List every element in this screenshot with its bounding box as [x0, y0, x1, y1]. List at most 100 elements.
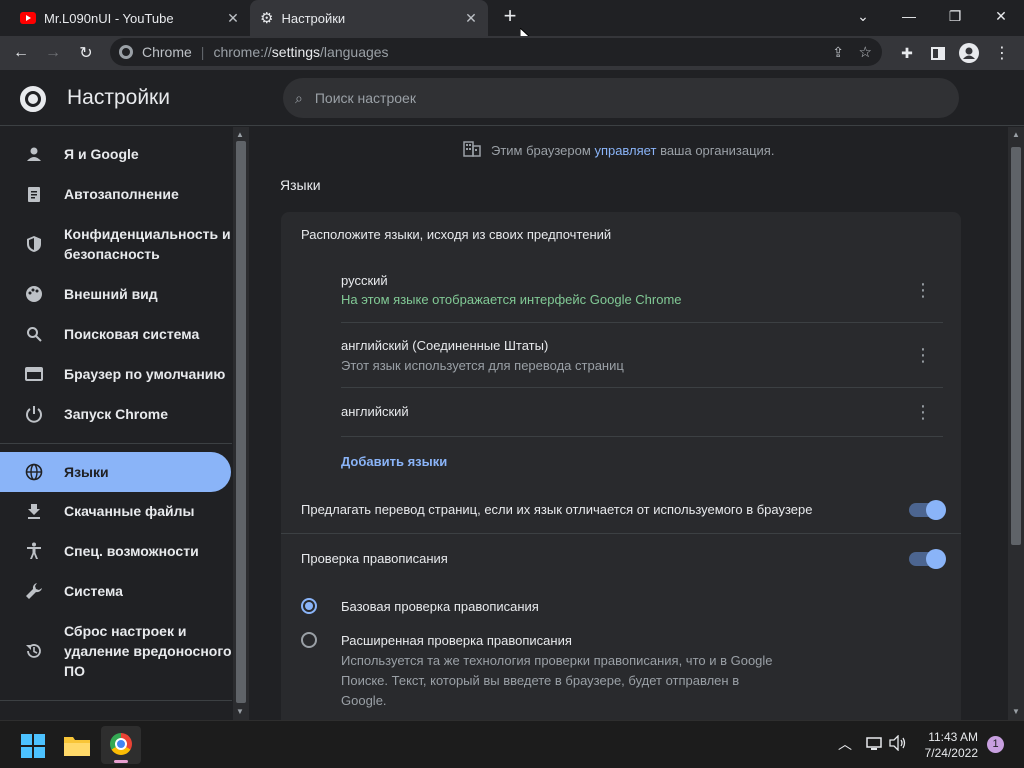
toggle-knob: [926, 549, 946, 569]
scroll-up-icon[interactable]: ▲: [1012, 130, 1020, 139]
scroll-down-icon[interactable]: ▼: [236, 707, 244, 716]
restore-button[interactable]: ❐: [932, 0, 978, 32]
profile-button[interactable]: [956, 40, 982, 66]
menu-button[interactable]: ⋮: [989, 40, 1015, 66]
reload-button[interactable]: ↻: [73, 40, 99, 66]
close-window-button[interactable]: ✕: [978, 0, 1024, 32]
minimize-button[interactable]: —: [886, 0, 932, 32]
basic-spellcheck-label: Базовая проверка правописания: [341, 599, 539, 614]
sidebar-item-label: Скачанные файлы: [64, 503, 195, 519]
add-languages-link[interactable]: Добавить языки: [341, 454, 447, 469]
settings-header: Настройки ⌕ Поиск настроек: [0, 70, 1024, 126]
spellcheck-toggle[interactable]: [909, 549, 946, 569]
section-title: Языки: [280, 177, 321, 193]
scroll-up-icon[interactable]: ▲: [236, 130, 244, 139]
sidebar-item-on-startup[interactable]: Запуск Chrome: [0, 403, 232, 425]
download-icon: [24, 501, 44, 521]
side-panel-button[interactable]: [925, 40, 951, 66]
chevron-down-icon: ⌄: [857, 7, 869, 24]
globe-icon: [24, 462, 44, 482]
building-icon: [463, 141, 481, 160]
taskbar: ︿ 11:43 AM 7/24/2022 1: [0, 720, 1024, 768]
kebab-icon: ⋮: [914, 280, 932, 300]
kebab-icon: ⋮: [914, 402, 932, 422]
arrow-left-icon: ←: [13, 44, 29, 61]
puzzle-icon: ✚: [901, 44, 913, 61]
tab-settings[interactable]: ⚙ Настройки ✕: [250, 0, 488, 36]
sidebar-item-label: Поисковая система: [64, 326, 200, 342]
file-explorer-icon[interactable]: [64, 734, 90, 761]
sidebar-item-autofill[interactable]: Автозаполнение: [0, 183, 232, 205]
tab-youtube[interactable]: Mr.L090nUI - YouTube ✕: [0, 0, 250, 36]
spellcheck-label: Проверка правописания: [301, 551, 448, 566]
scroll-down-icon[interactable]: ▼: [1012, 707, 1020, 716]
sidebar: Я и Google Автозаполнение Конфиденциальн…: [0, 127, 232, 720]
sidebar-item-accessibility[interactable]: Спец. возможности: [0, 540, 232, 562]
url-host: settings: [271, 44, 321, 60]
language-row: английский ⋮: [321, 388, 943, 436]
tab-title: Mr.L090nUI - YouTube: [44, 10, 174, 26]
sidebar-item-appearance[interactable]: Внешний вид: [0, 283, 232, 305]
tab-search-button[interactable]: ⌄: [840, 0, 886, 32]
windows-start-icon[interactable]: [21, 734, 45, 763]
address-bar[interactable]: Chrome | chrome://settings/languages ⇪ ☆: [110, 38, 882, 66]
sidebar-item-languages[interactable]: Языки: [0, 452, 231, 492]
sidebar-divider: [0, 700, 232, 701]
side-panel-icon: [931, 46, 945, 60]
enhanced-spellcheck-description: Google.: [341, 693, 387, 708]
network-icon[interactable]: [866, 736, 882, 757]
clock[interactable]: 11:43 AM 7/24/2022: [916, 729, 978, 761]
language-menu-button[interactable]: ⋮: [913, 402, 933, 422]
restore-icon: [24, 641, 44, 661]
languages-order-heading: Расположите языки, исходя из своих предп…: [301, 227, 612, 242]
managed-link[interactable]: управляет: [594, 143, 656, 158]
back-button[interactable]: ←: [8, 40, 34, 66]
label-line: безопасность: [64, 246, 160, 262]
close-tab-icon[interactable]: ✕: [224, 9, 242, 27]
sidebar-item-label: Конфиденциальность и безопасность: [64, 224, 231, 264]
chrome-taskbar-button[interactable]: [101, 726, 141, 764]
sidebar-item-privacy[interactable]: Конфиденциальность и безопасность: [0, 224, 232, 264]
extensions-button[interactable]: ✚: [894, 40, 920, 66]
sidebar-scrollbar[interactable]: ▲ ▼: [233, 127, 249, 720]
chrome-icon: [119, 45, 133, 59]
title-bar: Mr.L090nUI - YouTube ✕ ⚙ Настройки ✕ + ⌄…: [0, 0, 1024, 46]
chevron-up-icon[interactable]: ︿: [838, 734, 852, 754]
scrollbar-thumb[interactable]: [1011, 147, 1021, 545]
language-menu-button[interactable]: ⋮: [913, 280, 933, 300]
sidebar-item-downloads[interactable]: Скачанные файлы: [0, 500, 232, 522]
new-tab-button[interactable]: +: [498, 5, 522, 29]
languages-card: Расположите языки, исходя из своих предп…: [281, 212, 961, 720]
share-icon[interactable]: ⇪: [832, 44, 844, 61]
managed-notice: Этим браузером управляет ваша организаци…: [463, 141, 774, 160]
sidebar-item-label: Браузер по умолчанию: [64, 366, 226, 382]
label-line: Конфиденциальность и: [64, 226, 231, 242]
gear-icon: ⚙: [260, 10, 274, 27]
language-name: русский: [341, 273, 388, 288]
offer-translate-toggle[interactable]: [909, 500, 946, 520]
notification-badge[interactable]: 1: [987, 736, 1004, 753]
enhanced-spellcheck-radio[interactable]: [301, 632, 317, 648]
enhanced-spellcheck-description: Поиске. Текст, который вы введете в брау…: [341, 673, 740, 688]
sidebar-item-default-browser[interactable]: Браузер по умолчанию: [0, 363, 232, 385]
scrollbar-thumb[interactable]: [236, 141, 246, 703]
sidebar-item-label: Я и Google: [64, 146, 139, 162]
settings-search-input[interactable]: ⌕ Поиск настроек: [283, 78, 959, 118]
volume-icon[interactable]: [889, 734, 907, 756]
language-name: английский: [341, 404, 409, 419]
star-icon[interactable]: ☆: [859, 43, 872, 61]
palette-icon: [24, 284, 44, 304]
sidebar-item-you-and-google[interactable]: Я и Google: [0, 143, 232, 165]
power-icon: [24, 404, 44, 424]
close-tab-icon[interactable]: ✕: [462, 9, 480, 27]
basic-spellcheck-radio[interactable]: [301, 598, 317, 614]
sidebar-item-search-engine[interactable]: Поисковая система: [0, 323, 232, 345]
sidebar-item-label: Автозаполнение: [64, 186, 179, 202]
minimize-icon: —: [902, 8, 916, 24]
sidebar-item-reset[interactable]: Сброс настроек и удаление вредоносного ПО: [0, 621, 232, 681]
main-scrollbar[interactable]: ▲ ▼: [1008, 127, 1024, 720]
section-divider: [281, 533, 961, 534]
sidebar-item-system[interactable]: Система: [0, 580, 232, 602]
forward-button[interactable]: →: [40, 40, 66, 66]
language-menu-button[interactable]: ⋮: [913, 345, 933, 365]
